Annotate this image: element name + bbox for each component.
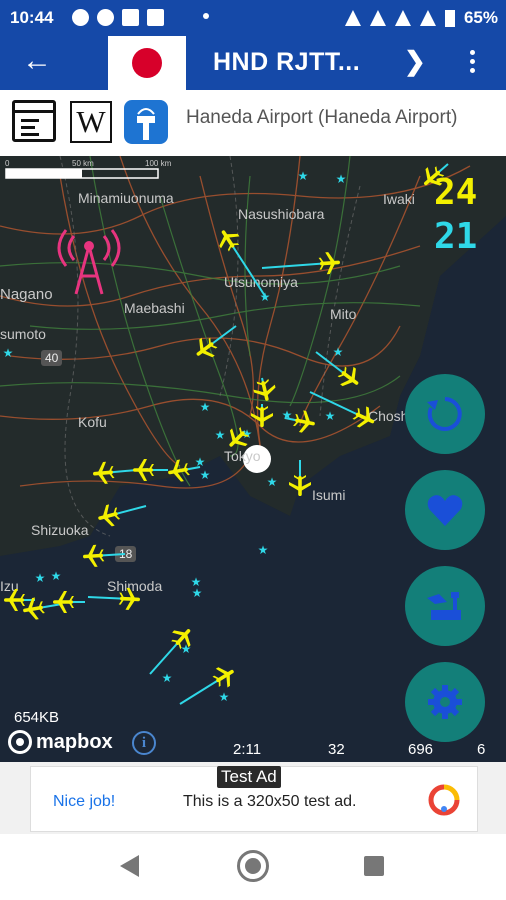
more-vert-icon[interactable] xyxy=(470,50,476,77)
airplane-icon[interactable] xyxy=(210,661,239,691)
ad-cta[interactable]: Nice job! xyxy=(53,793,115,811)
flight-trail xyxy=(261,262,331,269)
ad-logo-icon xyxy=(428,784,460,816)
stat-value: 32 xyxy=(328,741,345,758)
arrow-left-icon[interactable]: ← xyxy=(22,46,52,76)
airplane-icon[interactable] xyxy=(318,251,341,275)
favorite-button[interactable] xyxy=(405,470,485,550)
heart-icon xyxy=(427,495,463,526)
ad-text: This is a 320x50 test ad. xyxy=(183,793,357,810)
airplane-icon[interactable] xyxy=(350,403,378,432)
status-time: 10:44 xyxy=(10,8,54,27)
info-icon[interactable]: i xyxy=(132,731,156,755)
system-icons: 65% xyxy=(344,8,498,28)
notification-icons xyxy=(72,9,164,26)
settings-button[interactable] xyxy=(405,662,485,742)
recents-square-icon[interactable] xyxy=(364,856,384,876)
back-triangle-icon[interactable] xyxy=(120,855,139,877)
more-notifications-dot xyxy=(203,13,209,19)
airport-button[interactable] xyxy=(405,566,485,646)
dnd-icon xyxy=(369,10,386,26)
japan-flag[interactable] xyxy=(108,36,186,90)
website-icon[interactable] xyxy=(12,100,56,142)
airport-star-icon[interactable]: ★ xyxy=(282,408,293,422)
airplane-icon[interactable] xyxy=(292,409,317,435)
mapbox-text: mapbox xyxy=(36,730,113,753)
arrivals-count: 24 xyxy=(434,172,478,213)
stat-value: 696 xyxy=(408,741,434,758)
airplane-icon[interactable] xyxy=(252,378,278,403)
battery-percent: 65% xyxy=(463,8,498,27)
status-bar: 10:44 65% xyxy=(0,0,506,36)
airport-tower-icon[interactable] xyxy=(124,100,168,144)
airport-star-icon[interactable]: ★ xyxy=(267,475,278,489)
airport-star-icon[interactable]: ★ xyxy=(192,586,203,600)
airport-star-icon[interactable]: ★ xyxy=(325,409,336,423)
airport-star-icon[interactable]: ★ xyxy=(298,169,309,183)
airport-star-icon[interactable]: ★ xyxy=(258,543,269,557)
stat-value: 6 xyxy=(477,741,486,758)
airport-star-icon[interactable]: ★ xyxy=(336,172,347,186)
airport-info-bar: W Haneda Airport (Haneda Airport) xyxy=(0,90,506,156)
stat-time: 2:11 xyxy=(233,741,262,758)
battery-icon xyxy=(444,9,455,27)
airport-icon xyxy=(427,592,461,620)
airport-name: Haneda Airport (Haneda Airport) xyxy=(186,107,458,128)
airport-star-icon[interactable]: ★ xyxy=(195,455,206,469)
refresh-icon xyxy=(427,397,462,431)
home-circle-icon[interactable] xyxy=(237,850,269,882)
airplane-icon[interactable] xyxy=(289,475,311,496)
airport-star-icon[interactable]: ★ xyxy=(333,345,344,359)
airplane-icon[interactable] xyxy=(118,587,140,610)
airplane-icon[interactable] xyxy=(92,461,115,485)
airport-star-icon[interactable]: ★ xyxy=(215,428,226,442)
airplane-icon[interactable] xyxy=(335,363,365,393)
airport-star-icon[interactable]: ★ xyxy=(200,468,211,482)
signal-icon xyxy=(419,10,436,26)
airplane-icon[interactable] xyxy=(96,503,122,530)
airplane-icon[interactable] xyxy=(4,589,25,611)
airport-star-icon[interactable]: ★ xyxy=(200,400,211,414)
airport-star-icon[interactable]: ★ xyxy=(3,346,14,360)
mute-icon xyxy=(344,10,361,26)
page-title: HND RJTT... xyxy=(213,48,361,76)
airplane-icon[interactable] xyxy=(133,459,154,481)
photo-icon xyxy=(147,9,164,26)
airport-star-icon[interactable]: ★ xyxy=(162,671,173,685)
airport-star-icon[interactable]: ★ xyxy=(51,569,62,583)
airplane-icon[interactable] xyxy=(251,406,273,427)
settings-icon xyxy=(428,685,462,719)
airport-star-icon[interactable]: ★ xyxy=(219,690,230,704)
refresh-button[interactable] xyxy=(405,374,485,454)
test-ad-tag: Test Ad xyxy=(217,766,281,788)
mapbox-logo[interactable]: mapbox xyxy=(8,730,113,754)
airplane-icon[interactable] xyxy=(166,458,191,483)
airplane-icon[interactable] xyxy=(213,225,243,255)
mail-icon xyxy=(122,9,139,26)
airport-star-icon[interactable]: ★ xyxy=(35,571,46,585)
flag-sun xyxy=(132,48,162,78)
airplane-icon[interactable] xyxy=(190,334,220,364)
wifi-icon xyxy=(394,10,411,26)
facebook-icon xyxy=(72,9,89,26)
data-size: 654KB xyxy=(14,709,60,726)
flight-trail xyxy=(227,238,266,297)
app-bar: ← HND RJTT... ❯ xyxy=(0,36,506,90)
wikipedia-icon[interactable]: W xyxy=(70,101,112,143)
chevron-right-icon[interactable]: ❯ xyxy=(404,46,426,77)
system-nav-bar xyxy=(0,834,506,900)
facebook-icon xyxy=(97,9,114,26)
airplane-icon[interactable] xyxy=(53,591,74,613)
airport-star-icon[interactable]: ★ xyxy=(260,290,271,304)
flight-map[interactable]: 0 50 km 100 km Minamiuonuma Nasushiobara… xyxy=(0,156,506,762)
departures-count: 21 xyxy=(434,216,478,257)
airplane-icon[interactable] xyxy=(82,544,105,567)
